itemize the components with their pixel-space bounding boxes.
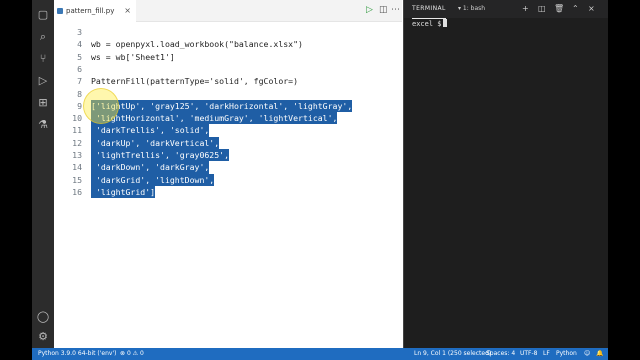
tab-label: pattern_fill.py bbox=[66, 7, 115, 15]
split-terminal-icon[interactable]: ◫ bbox=[538, 4, 546, 14]
warning-count: 0 bbox=[139, 350, 144, 357]
code-text: PatternFill(patternType='solid', fgColor… bbox=[91, 76, 299, 87]
line-number: 5 bbox=[77, 51, 82, 62]
line-number: 16 bbox=[72, 186, 82, 197]
selected-code-text: 'darkUp', 'darkVertical', bbox=[91, 136, 220, 149]
selected-code-text: 'lightHorizontal', 'mediumGray', 'lightV… bbox=[91, 112, 338, 125]
indentation[interactable]: Spaces: 4 bbox=[486, 348, 515, 360]
code-text: wb = openpyxl.load_workbook("balance.xls… bbox=[91, 39, 303, 50]
line-number: 15 bbox=[72, 174, 82, 185]
explorer-icon[interactable]: ▢ bbox=[36, 8, 50, 22]
extensions-icon[interactable]: ⊞ bbox=[36, 96, 50, 110]
line-number: 12 bbox=[72, 137, 82, 148]
line-number: 11 bbox=[72, 125, 82, 136]
selected-code-text: 'darkGrid', 'lightDown', bbox=[91, 173, 215, 186]
terminal-shell-label: 1: bash bbox=[462, 5, 486, 12]
line-number: 9 bbox=[77, 100, 82, 111]
terminal-prompt[interactable]: excel $ bbox=[412, 19, 447, 29]
terminal-panel: TERMINAL ▾ 1: bash + ◫ 🗑 ⌃ × excel $ bbox=[403, 0, 608, 348]
code-line[interactable]: 5 ws = wb['Sheet1'] bbox=[54, 51, 402, 63]
selected-code-text: 'darkDown', 'darkGray', bbox=[91, 161, 210, 174]
line-number: 14 bbox=[72, 162, 82, 173]
new-terminal-icon[interactable]: + bbox=[522, 4, 529, 14]
terminal-tab-title[interactable]: TERMINAL bbox=[412, 0, 446, 19]
mouse-cursor-highlight bbox=[83, 88, 119, 124]
line-number: 10 bbox=[72, 113, 82, 124]
editor-pane: pattern_fill.py × ▷ ◫ ⋯ 3 4 wb = openpyxl.… bbox=[54, 0, 423, 348]
python-file-icon bbox=[57, 8, 63, 14]
code-line[interactable]: 6 bbox=[54, 63, 402, 75]
run-debug-icon[interactable]: ▷ bbox=[36, 74, 50, 88]
code-line[interactable]: 13 'lightTrellis', 'gray0625', bbox=[54, 149, 402, 162]
code-line[interactable]: 7 PatternFill(patternType='solid', fgColo… bbox=[54, 75, 402, 87]
encoding[interactable]: UTF-8 bbox=[520, 348, 538, 360]
line-ending[interactable]: LF bbox=[543, 348, 550, 360]
vscode-window: ▢ ⌕ ⑂ ▷ ⊞ ⚗ ◯ ⚙ pattern_fill.py × ▷ ◫ ⋯ … bbox=[32, 0, 608, 360]
activity-bar: ▢ ⌕ ⑂ ▷ ⊞ ⚗ ◯ ⚙ bbox=[32, 0, 54, 348]
cursor-position[interactable]: Ln 9, Col 1 (250 selected) bbox=[414, 348, 491, 360]
maximize-panel-icon[interactable]: ⌃ bbox=[572, 4, 579, 14]
close-panel-icon[interactable]: × bbox=[588, 4, 595, 14]
letterbox-right bbox=[608, 0, 640, 360]
terminal-header: TERMINAL ▾ 1: bash + ◫ 🗑 ⌃ × bbox=[404, 0, 608, 19]
notifications-bell-icon[interactable]: 🔔 bbox=[596, 348, 603, 360]
line-number: 8 bbox=[77, 88, 82, 99]
tab-pattern-fill[interactable]: pattern_fill.py × bbox=[54, 0, 136, 22]
line-number: 6 bbox=[77, 63, 82, 74]
code-line[interactable]: 14 'darkDown', 'darkGray', bbox=[54, 161, 402, 174]
feedback-icon[interactable]: ☺ bbox=[584, 348, 590, 360]
selected-code-text: 'darkTrellis', 'solid', bbox=[91, 124, 210, 137]
status-bar: Python 3.9.0 64-bit ('env') ⊗ 0 ⚠ 0 Ln 9… bbox=[32, 348, 608, 360]
letterbox-left bbox=[0, 0, 32, 360]
code-line[interactable]: 4 wb = openpyxl.load_workbook("balance.xl… bbox=[54, 38, 402, 50]
problems-indicator[interactable]: ⊗ 0 ⚠ 0 bbox=[120, 348, 144, 360]
line-number: 7 bbox=[77, 76, 82, 87]
editor-tab-bar: pattern_fill.py × ▷ ◫ ⋯ bbox=[54, 0, 402, 22]
line-number: 13 bbox=[72, 150, 82, 160]
run-python-file-icon[interactable]: ▷ bbox=[366, 4, 373, 16]
code-line[interactable]: 15 'darkGrid', 'lightDown', bbox=[54, 173, 402, 186]
code-text: ws = wb['Sheet1'] bbox=[91, 51, 175, 62]
code-editor[interactable]: 3 4 wb = openpyxl.load_workbook("balance.x… bbox=[54, 26, 402, 348]
search-icon[interactable]: ⌕ bbox=[36, 30, 50, 44]
code-line[interactable]: 11 'darkTrellis', 'solid', bbox=[54, 124, 402, 137]
code-line[interactable]: 3 bbox=[54, 26, 402, 38]
more-actions-icon[interactable]: ⋯ bbox=[391, 4, 400, 16]
selected-code-text: 'lightGrid'] bbox=[91, 185, 156, 199]
terminal-cursor bbox=[442, 19, 447, 27]
testing-icon[interactable]: ⚗ bbox=[36, 118, 50, 132]
python-interpreter[interactable]: Python 3.9.0 64-bit ('env') bbox=[38, 348, 116, 360]
settings-gear-icon[interactable]: ⚙ bbox=[36, 330, 50, 344]
split-editor-icon[interactable]: ◫ bbox=[379, 4, 388, 16]
language-mode[interactable]: Python bbox=[556, 348, 577, 360]
code-line[interactable]: 12 'darkUp', 'darkVertical', bbox=[54, 136, 402, 149]
terminal-shell-select[interactable]: ▾ 1: bash bbox=[458, 4, 485, 14]
source-control-icon[interactable]: ⑂ bbox=[36, 52, 50, 66]
close-tab-icon[interactable]: × bbox=[124, 0, 131, 22]
kill-terminal-icon[interactable]: 🗑 bbox=[554, 4, 564, 14]
selected-code-text: 'lightTrellis', 'gray0625', bbox=[91, 149, 230, 162]
code-line[interactable]: 16 'lightGrid'] bbox=[54, 185, 402, 199]
terminal-prompt-text: excel $ bbox=[412, 20, 442, 28]
line-number: 4 bbox=[77, 39, 82, 50]
account-icon[interactable]: ◯ bbox=[36, 310, 50, 324]
selected-code-text: ['lightUp', 'gray125', 'darkHorizontal',… bbox=[91, 99, 353, 113]
error-count: 0 bbox=[126, 350, 131, 357]
line-number: 3 bbox=[77, 27, 82, 37]
